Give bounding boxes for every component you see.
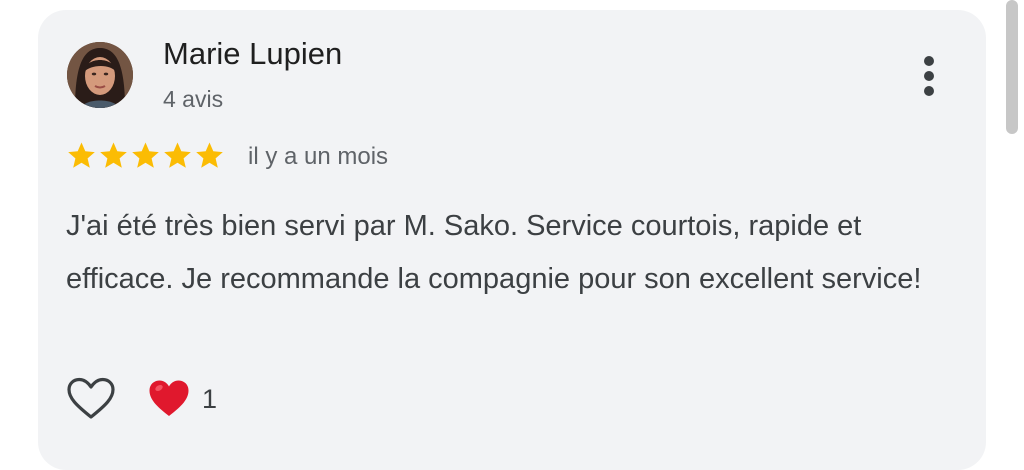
- three-dots-vertical-icon-dot: [924, 86, 934, 96]
- avatar[interactable]: [67, 42, 133, 108]
- star-icon: [132, 142, 159, 168]
- more-options-button[interactable]: [912, 52, 946, 100]
- review-date: il y a un mois: [248, 143, 389, 170]
- star-icon: [68, 142, 95, 168]
- red-heart-emoji-icon: [149, 380, 189, 416]
- avatar-photo: [67, 42, 133, 108]
- three-dots-vertical-icon-dot: [924, 71, 934, 81]
- reaction-count: 1: [202, 383, 218, 414]
- author-review-count: 4 avis: [163, 86, 224, 112]
- star-icon: [100, 142, 127, 168]
- star-rating: [66, 140, 225, 172]
- three-dots-vertical-icon: [924, 56, 934, 66]
- star-icon: [164, 142, 191, 168]
- heart-reaction[interactable]: 1: [148, 377, 217, 421]
- star-icon: [196, 142, 223, 168]
- like-button[interactable]: [66, 377, 116, 421]
- scrollbar[interactable]: [1006, 0, 1018, 134]
- author-name[interactable]: Marie Lupien: [163, 36, 342, 72]
- review-text: J'ai été très bien servi par M. Sako. Se…: [66, 210, 922, 295]
- heart-outline-icon: [67, 377, 115, 419]
